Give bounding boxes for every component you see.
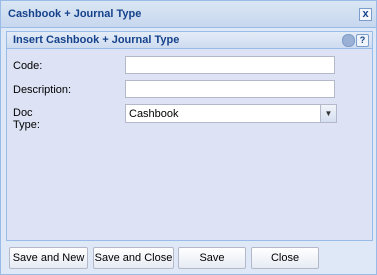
- chevron-down-icon[interactable]: ▼: [320, 105, 336, 122]
- window-title: Cashbook + Journal Type: [8, 8, 142, 20]
- code-label: Code:: [13, 60, 43, 72]
- panel-title: Insert Cashbook + Journal Type: [13, 34, 180, 46]
- form-panel: Insert Cashbook + Journal Type ? Code: D…: [6, 31, 373, 241]
- button-bar: Save and New Save and Close Save Close: [1, 241, 376, 274]
- code-field[interactable]: [125, 56, 335, 74]
- close-button[interactable]: Close: [251, 247, 319, 269]
- save-button[interactable]: Save: [178, 247, 246, 269]
- description-field[interactable]: [125, 80, 335, 98]
- doctype-value: Cashbook: [129, 108, 179, 120]
- close-icon[interactable]: x: [359, 8, 372, 21]
- doctype-select[interactable]: Cashbook ▼: [125, 104, 337, 123]
- gear-icon[interactable]: [342, 34, 355, 47]
- doctype-label: Doc Type:: [13, 107, 40, 131]
- save-and-new-button[interactable]: Save and New: [9, 247, 88, 269]
- window-titlebar[interactable]: Cashbook + Journal Type x: [1, 1, 376, 28]
- dialog-window: Cashbook + Journal Type x Insert Cashboo…: [0, 0, 377, 275]
- panel-header: Insert Cashbook + Journal Type ?: [7, 32, 372, 49]
- description-label: Description:: [13, 84, 72, 96]
- save-and-close-button[interactable]: Save and Close: [93, 247, 174, 269]
- help-icon[interactable]: ?: [356, 34, 369, 47]
